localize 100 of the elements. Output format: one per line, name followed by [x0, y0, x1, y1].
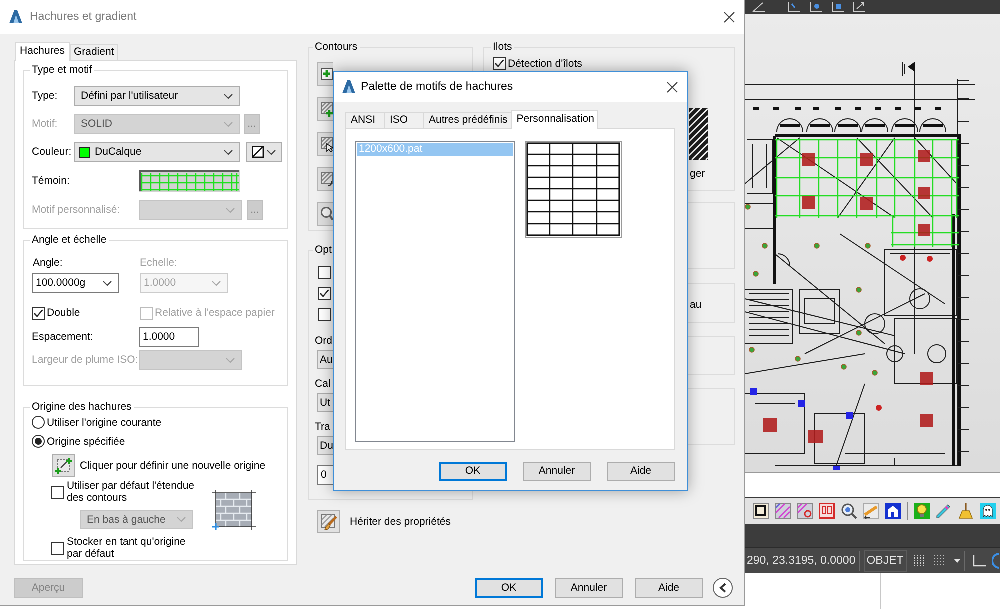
dialog-button[interactable]: Annuler [555, 578, 623, 598]
arrow-axis-icon[interactable] [853, 1, 867, 13]
tile-icon[interactable] [819, 503, 835, 519]
checkbox-label: Détection d'îlots [508, 58, 582, 70]
field-label: Motif personnalisé: [32, 204, 122, 216]
group-title: Opt [313, 244, 334, 257]
tab[interactable]: Autres prédéfinis [423, 112, 512, 128]
spacing-input[interactable]: 1.0000 [139, 327, 199, 347]
radio-label: Origine spécifiée [47, 436, 126, 448]
angle-dropdown[interactable]: 100.0000g [32, 273, 119, 293]
color-dropdown[interactable]: DuCalque [74, 142, 240, 162]
tab[interactable]: ANSI [345, 112, 385, 128]
checkbox[interactable] [51, 486, 64, 498]
radio-label: Utiliser l'origine courante [47, 416, 162, 428]
field-label: Témoin: [32, 175, 71, 187]
hatch-brush-icon [320, 512, 338, 530]
field-label: Echelle: [139, 256, 178, 268]
dialog-button[interactable]: Annuler [523, 462, 591, 481]
field-label: Cal [315, 378, 331, 390]
axis-icon[interactable] [787, 1, 801, 13]
tab[interactable]: Gradient [70, 44, 118, 60]
collapse-button[interactable] [713, 578, 733, 598]
group-title: Type et motif [30, 64, 94, 77]
brick-wall-icon [212, 490, 256, 530]
checkbox[interactable] [51, 542, 64, 554]
inherit-properties-label: Hériter des propriétés [350, 516, 451, 528]
tab[interactable]: Personnalisation [510, 110, 598, 129]
checkbox[interactable] [318, 308, 331, 321]
angle-icon[interactable] [752, 1, 766, 13]
checkbox-label: Relative à l'espace papier [155, 307, 275, 319]
field-label: Ord [315, 335, 333, 347]
dot-grid-icon[interactable] [932, 554, 947, 568]
radio-button[interactable] [32, 416, 45, 429]
field-label: Angle: [32, 256, 64, 268]
dot-icon [35, 438, 42, 445]
dialog-button[interactable]: OK [439, 462, 507, 481]
hatch-swatch-icon[interactable] [775, 503, 791, 519]
hatch-sample-preview[interactable] [139, 170, 240, 192]
checkbox[interactable] [318, 287, 331, 300]
background-color-dropdown[interactable] [246, 142, 282, 162]
slashed-square-icon [252, 146, 264, 158]
ghost-icon[interactable] [980, 503, 996, 519]
checkbox[interactable] [318, 266, 331, 279]
close-icon[interactable] [667, 82, 678, 92]
pen-icon[interactable] [936, 503, 952, 519]
frame-icon[interactable] [753, 503, 769, 519]
field-label: Motif: [32, 118, 59, 130]
field-label: Couleur: [32, 146, 73, 158]
grid-lines-icon[interactable] [912, 554, 927, 568]
caret-icon [103, 280, 112, 286]
caret-icon[interactable] [954, 558, 961, 562]
window-title: Hachures et gradient [30, 10, 137, 24]
tool-button[interactable] [317, 202, 333, 226]
app-logo-icon [9, 10, 23, 24]
tool-button[interactable] [317, 167, 333, 191]
dialog-button[interactable]: Aide [635, 578, 703, 598]
checkbox-label: Double [47, 307, 80, 319]
caret-icon [212, 280, 221, 286]
dialog-button[interactable]: OK [475, 578, 543, 598]
checkbox[interactable] [32, 306, 45, 320]
pick-origin-button[interactable] [52, 454, 75, 477]
caret-icon [226, 358, 235, 362]
tool-button[interactable] [317, 132, 333, 156]
checkmark-icon [33, 308, 44, 318]
dialog-button[interactable]: Aide [607, 462, 675, 481]
group-title: Angle et échelle [30, 234, 109, 247]
radio-button[interactable] [32, 435, 45, 448]
color-swatch-icon [79, 146, 90, 158]
dropdown[interactable]: Ut [317, 393, 334, 412]
tab[interactable]: Hachures [15, 42, 70, 61]
type-dropdown[interactable]: Défini par l'utilisateur [74, 86, 240, 106]
magnifier-icon[interactable] [841, 503, 857, 519]
angle-icon[interactable] [972, 554, 986, 568]
tool-button[interactable] [317, 62, 333, 86]
broom-icon[interactable] [958, 503, 974, 519]
lightbulb-icon[interactable] [914, 503, 930, 519]
hatch-thumbnail[interactable] [689, 108, 708, 160]
checkbox[interactable] [493, 57, 506, 70]
checkbox-label: Utiliser par défaut l'étendue des contours [67, 480, 196, 504]
dropdown[interactable]: Au [317, 350, 334, 369]
ruler-icon[interactable] [863, 503, 879, 519]
mode-button[interactable]: OBJET [864, 550, 907, 572]
checkmark-icon [319, 288, 330, 299]
close-icon[interactable] [724, 12, 735, 22]
dropdown[interactable]: Du [317, 436, 334, 455]
field-label: Type: [32, 90, 59, 102]
caret-icon [177, 517, 186, 522]
coordinates-readout: 290, 23.3195, 0.0000 [747, 554, 856, 568]
building-icon[interactable] [885, 503, 901, 519]
chevron-left-icon [719, 583, 727, 593]
caret-icon [226, 208, 235, 212]
axis-icon[interactable] [831, 1, 845, 13]
app-logo-icon [342, 80, 356, 94]
checkbox-label: Stocker en tant qu'origine par défaut [67, 536, 187, 560]
group-title: Origine des hachures [30, 401, 134, 414]
plus-marker-icon [54, 456, 73, 475]
caret-icon [224, 150, 233, 154]
input-field[interactable]: 0 [317, 465, 334, 485]
caret-icon [224, 94, 233, 98]
axis-icon[interactable] [809, 1, 823, 13]
